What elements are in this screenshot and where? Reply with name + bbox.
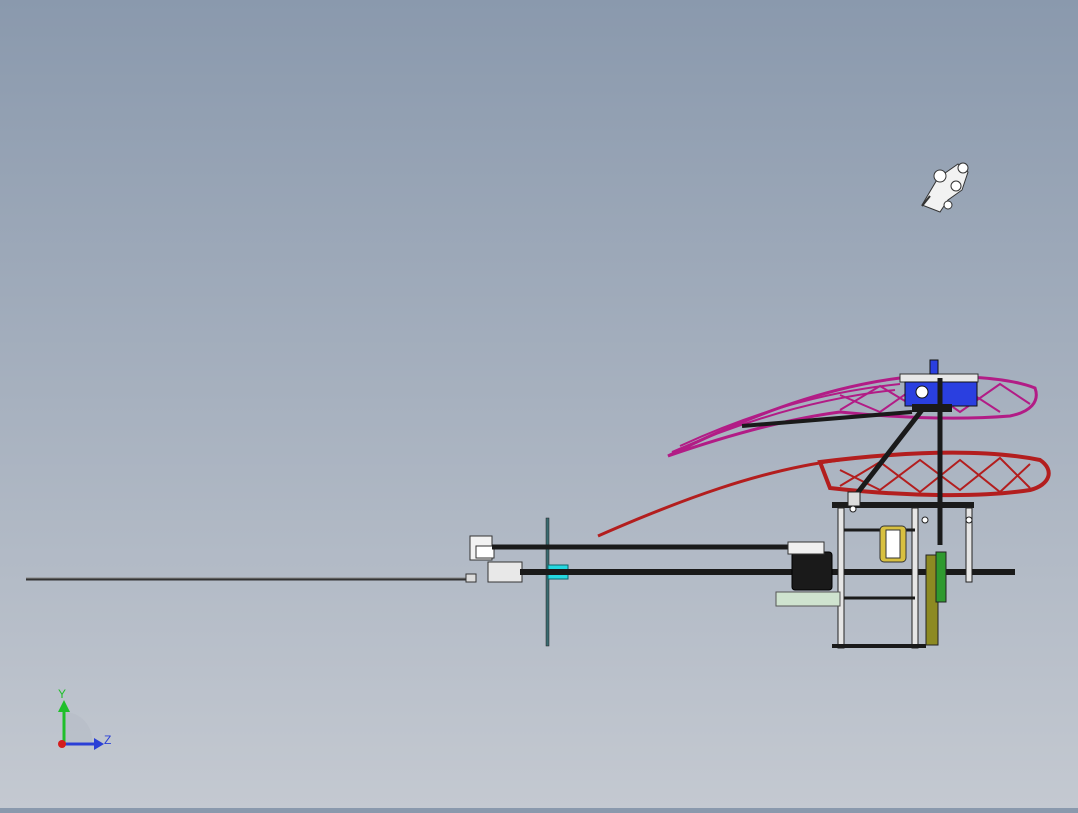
tail-boom-rod[interactable] <box>26 577 470 581</box>
battery-tray[interactable] <box>775 591 841 607</box>
tail-rotor-blade-red[interactable] <box>597 458 841 538</box>
tail-rotor-hub[interactable] <box>465 535 523 583</box>
tail-rotor-blade[interactable] <box>545 517 550 647</box>
frame-bolts <box>849 505 973 524</box>
model-view[interactable]: Y Z <box>0 0 1078 808</box>
lower-rotor-blade[interactable] <box>817 450 1051 498</box>
main-gear[interactable] <box>925 551 947 646</box>
floating-linkage-part[interactable] <box>921 162 969 213</box>
cad-graphics-viewport[interactable]: Y Z <box>0 0 1078 808</box>
motor[interactable] <box>879 525 907 563</box>
coordinate-triad: Y Z <box>58 687 111 750</box>
y-axis-label: Y <box>58 687 66 701</box>
x-axis-dot <box>58 740 66 748</box>
tail-servo[interactable] <box>787 541 833 591</box>
z-axis-label: Z <box>104 733 111 747</box>
